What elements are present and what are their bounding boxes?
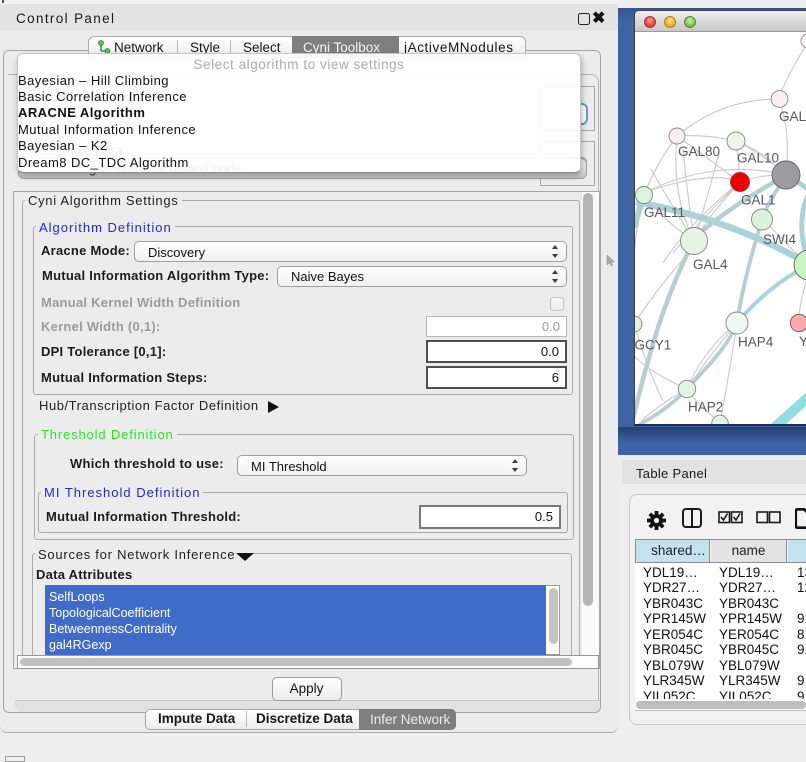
svg-text:YM: YM (799, 334, 806, 349)
svg-text:HAP4: HAP4 (738, 335, 774, 350)
svg-text:HAP2: HAP2 (688, 400, 723, 415)
svg-text:SWI4: SWI4 (763, 232, 796, 247)
svg-text:GAL7: GAL7 (779, 109, 806, 124)
svg-text:GAL80: GAL80 (678, 144, 720, 159)
svg-text:GAL10: GAL10 (737, 151, 779, 166)
svg-text:GAL4: GAL4 (693, 257, 728, 272)
svg-text:GAL11: GAL11 (644, 205, 685, 220)
svg-text:GAL1: GAL1 (741, 193, 776, 208)
svg-text:GCY1: GCY1 (635, 338, 671, 353)
